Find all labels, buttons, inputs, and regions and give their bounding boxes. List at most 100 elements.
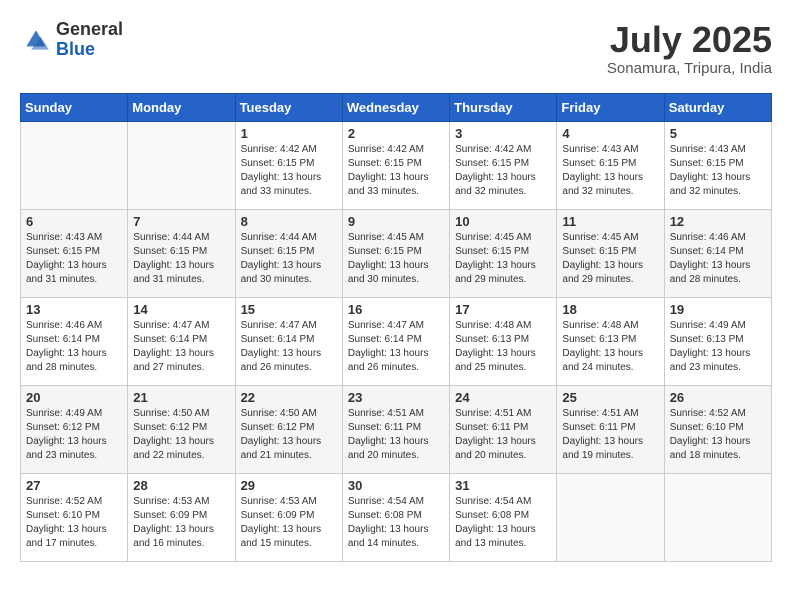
day-number: 26 [670,390,766,405]
calendar-cell: 9Sunrise: 4:45 AM Sunset: 6:15 PM Daylig… [342,209,449,297]
calendar-cell: 1 Sunrise: 4:42 AM Sunset: 6:15 PM Daylig… [235,121,342,209]
day-number: 2 [348,126,444,141]
day-number: 3 [455,126,551,141]
calendar-cell: 3 Sunrise: 4:42 AM Sunset: 6:15 PM Daylig… [450,121,557,209]
logo-icon [20,24,52,56]
day-number: 22 [241,390,337,405]
calendar-cell: 28 Sunrise: 4:53 AM Sunset: 6:09 PM Dayli… [128,473,235,561]
calendar-cell: 15 Sunrise: 4:47 AM Sunset: 6:14 PM Dayli… [235,297,342,385]
day-info: Sunrise: 4:47 AM Sunset: 6:14 PM Dayligh… [348,319,444,375]
weekday-header: Tuesday [235,93,342,121]
day-info: Sunrise: 4:42 AM Sunset: 6:15 PM Dayligh… [455,143,551,199]
day-info: Sunrise: 4:44 AM Sunset: 6:15 PM Dayligh… [241,231,337,287]
calendar-cell: 17 Sunrise: 4:48 AM Sunset: 6:13 PM Dayli… [450,297,557,385]
logo-blue: Blue [56,40,123,60]
day-info: Sunrise: 4:43 AM Sunset: 6:15 PM Dayligh… [670,143,766,199]
day-info: Sunrise: 4:53 AM Sunset: 6:09 PM Dayligh… [133,495,229,551]
day-number: 25 [562,390,658,405]
month-title: July 2025 [607,20,772,60]
day-number: 16 [348,302,444,317]
calendar-cell: 6 Sunrise: 4:43 AM Sunset: 6:15 PM Daylig… [21,209,128,297]
calendar-cell: 5 Sunrise: 4:43 AM Sunset: 6:15 PM Daylig… [664,121,771,209]
calendar-cell: 30Sunrise: 4:54 AM Sunset: 6:08 PM Dayli… [342,473,449,561]
calendar-cell: 13 Sunrise: 4:46 AM Sunset: 6:14 PM Dayli… [21,297,128,385]
day-number: 28 [133,478,229,493]
calendar-cell: 26Sunrise: 4:52 AM Sunset: 6:10 PM Dayli… [664,385,771,473]
day-info: Sunrise: 4:54 AM Sunset: 6:08 PM Dayligh… [348,495,444,551]
day-number: 10 [455,214,551,229]
logo: General Blue [20,20,123,60]
page-header: General Blue July 2025 Sonamura, Tripura… [20,20,772,77]
weekday-header: Monday [128,93,235,121]
weekday-header: Saturday [664,93,771,121]
day-info: Sunrise: 4:50 AM Sunset: 6:12 PM Dayligh… [241,407,337,463]
location: Sonamura, Tripura, India [607,60,772,77]
calendar-cell: 19Sunrise: 4:49 AM Sunset: 6:13 PM Dayli… [664,297,771,385]
day-info: Sunrise: 4:44 AM Sunset: 6:15 PM Dayligh… [133,231,229,287]
calendar-cell: 22 Sunrise: 4:50 AM Sunset: 6:12 PM Dayli… [235,385,342,473]
day-info: Sunrise: 4:46 AM Sunset: 6:14 PM Dayligh… [670,231,766,287]
day-info: Sunrise: 4:48 AM Sunset: 6:13 PM Dayligh… [455,319,551,375]
calendar-cell: 20Sunrise: 4:49 AM Sunset: 6:12 PM Dayli… [21,385,128,473]
day-number: 13 [26,302,122,317]
day-info: Sunrise: 4:42 AM Sunset: 6:15 PM Dayligh… [348,143,444,199]
day-info: Sunrise: 4:51 AM Sunset: 6:11 PM Dayligh… [562,407,658,463]
day-info: Sunrise: 4:47 AM Sunset: 6:14 PM Dayligh… [241,319,337,375]
day-number: 31 [455,478,551,493]
calendar-cell: 4 Sunrise: 4:43 AM Sunset: 6:15 PM Daylig… [557,121,664,209]
day-number: 7 [133,214,229,229]
weekday-header: Wednesday [342,93,449,121]
day-info: Sunrise: 4:49 AM Sunset: 6:12 PM Dayligh… [26,407,122,463]
day-info: Sunrise: 4:54 AM Sunset: 6:08 PM Dayligh… [455,495,551,551]
calendar-cell [128,121,235,209]
calendar-cell: 8Sunrise: 4:44 AM Sunset: 6:15 PM Daylig… [235,209,342,297]
calendar-cell: 25 Sunrise: 4:51 AM Sunset: 6:11 PM Dayli… [557,385,664,473]
calendar-week-row: 27Sunrise: 4:52 AM Sunset: 6:10 PM Dayli… [21,473,772,561]
day-number: 9 [348,214,444,229]
calendar-cell [21,121,128,209]
calendar-cell: 31 Sunrise: 4:54 AM Sunset: 6:08 PM Dayli… [450,473,557,561]
day-info: Sunrise: 4:46 AM Sunset: 6:14 PM Dayligh… [26,319,122,375]
calendar-cell: 18 Sunrise: 4:48 AM Sunset: 6:13 PM Dayli… [557,297,664,385]
day-info: Sunrise: 4:50 AM Sunset: 6:12 PM Dayligh… [133,407,229,463]
day-number: 1 [241,126,337,141]
day-info: Sunrise: 4:43 AM Sunset: 6:15 PM Dayligh… [562,143,658,199]
day-number: 11 [562,214,658,229]
calendar-week-row: 13 Sunrise: 4:46 AM Sunset: 6:14 PM Dayli… [21,297,772,385]
calendar-cell: 11Sunrise: 4:45 AM Sunset: 6:15 PM Dayli… [557,209,664,297]
day-info: Sunrise: 4:47 AM Sunset: 6:14 PM Dayligh… [133,319,229,375]
day-number: 18 [562,302,658,317]
day-info: Sunrise: 4:45 AM Sunset: 6:15 PM Dayligh… [455,231,551,287]
day-number: 27 [26,478,122,493]
day-info: Sunrise: 4:48 AM Sunset: 6:13 PM Dayligh… [562,319,658,375]
day-info: Sunrise: 4:53 AM Sunset: 6:09 PM Dayligh… [241,495,337,551]
day-info: Sunrise: 4:42 AM Sunset: 6:15 PM Dayligh… [241,143,337,199]
day-number: 23 [348,390,444,405]
day-number: 5 [670,126,766,141]
day-number: 6 [26,214,122,229]
title-block: July 2025 Sonamura, Tripura, India [607,20,772,77]
calendar-cell: 7 Sunrise: 4:44 AM Sunset: 6:15 PM Daylig… [128,209,235,297]
day-number: 24 [455,390,551,405]
logo-general: General [56,20,123,40]
calendar-table: SundayMondayTuesdayWednesdayThursdayFrid… [20,93,772,562]
calendar-week-row: 20Sunrise: 4:49 AM Sunset: 6:12 PM Dayli… [21,385,772,473]
logo-text: General Blue [56,20,123,60]
day-number: 17 [455,302,551,317]
weekday-header: Sunday [21,93,128,121]
calendar-cell: 2 Sunrise: 4:42 AM Sunset: 6:15 PM Daylig… [342,121,449,209]
weekday-header-row: SundayMondayTuesdayWednesdayThursdayFrid… [21,93,772,121]
day-number: 14 [133,302,229,317]
day-info: Sunrise: 4:51 AM Sunset: 6:11 PM Dayligh… [455,407,551,463]
day-number: 12 [670,214,766,229]
calendar-cell: 29Sunrise: 4:53 AM Sunset: 6:09 PM Dayli… [235,473,342,561]
calendar-cell: 16 Sunrise: 4:47 AM Sunset: 6:14 PM Dayli… [342,297,449,385]
day-info: Sunrise: 4:49 AM Sunset: 6:13 PM Dayligh… [670,319,766,375]
day-number: 15 [241,302,337,317]
calendar-cell: 14 Sunrise: 4:47 AM Sunset: 6:14 PM Dayli… [128,297,235,385]
day-info: Sunrise: 4:43 AM Sunset: 6:15 PM Dayligh… [26,231,122,287]
calendar-cell: 27Sunrise: 4:52 AM Sunset: 6:10 PM Dayli… [21,473,128,561]
weekday-header: Friday [557,93,664,121]
day-number: 4 [562,126,658,141]
calendar-cell: 24 Sunrise: 4:51 AM Sunset: 6:11 PM Dayli… [450,385,557,473]
